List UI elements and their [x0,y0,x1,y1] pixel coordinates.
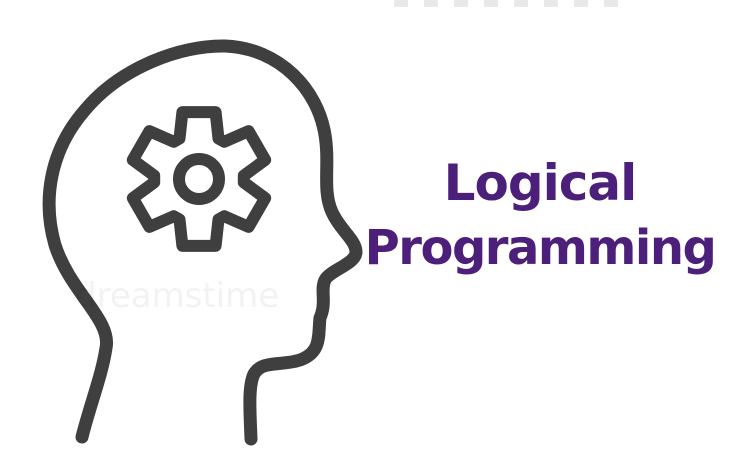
gear-icon [126,106,272,252]
title-line-programming: Programming [364,220,717,276]
title-text: Logical Programming [355,158,725,272]
title-line-logical: Logical [443,154,638,212]
watermark-text: dreamstime [75,276,279,316]
logical-programming-illustration: dreamstime Logical Programming [0,0,733,468]
